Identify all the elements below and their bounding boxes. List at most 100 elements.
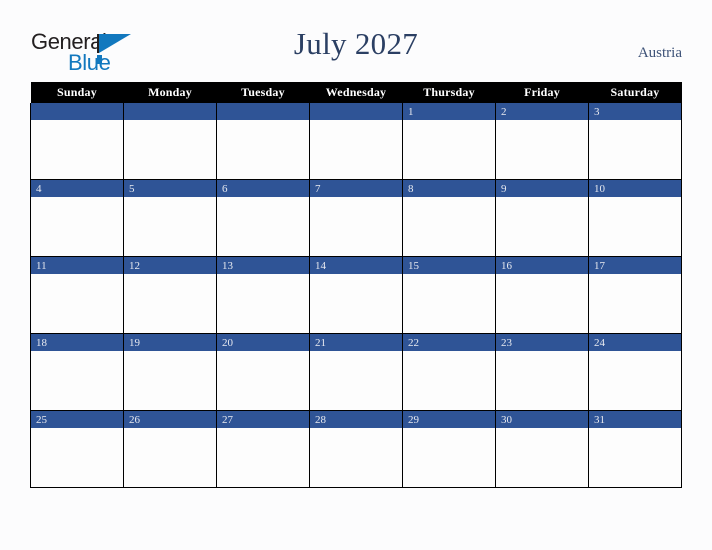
day-number: 1 [408,106,414,118]
day-cell[interactable]: 30 [495,410,589,488]
day-event-area[interactable] [124,351,216,410]
day-cell[interactable]: 15 [402,256,496,334]
day-cell[interactable]: 22 [402,333,496,411]
calendar-page: General Blue July 2027 Austria Sunday Mo… [0,0,712,550]
day-event-area[interactable] [124,197,216,256]
day-number-bar [310,103,402,120]
day-event-area[interactable] [124,120,216,179]
week-row: 4 5 6 7 8 9 10 [30,179,682,257]
day-event-area[interactable] [589,428,681,487]
day-cell[interactable]: 10 [588,179,682,257]
day-event-area[interactable] [403,428,495,487]
day-event-area[interactable] [589,351,681,410]
day-cell[interactable]: 19 [123,333,217,411]
day-cell[interactable] [123,103,217,180]
day-event-area[interactable] [589,120,681,179]
day-event-area[interactable] [589,274,681,333]
day-event-area[interactable] [310,351,402,410]
day-event-area[interactable] [403,120,495,179]
day-event-area[interactable] [31,120,123,179]
day-event-area[interactable] [496,197,588,256]
day-event-area[interactable] [217,274,309,333]
day-event-area[interactable] [217,351,309,410]
day-cell[interactable]: 27 [216,410,310,488]
day-number: 10 [594,183,605,195]
day-event-area[interactable] [217,120,309,179]
day-cell[interactable]: 2 [495,103,589,180]
day-event-area[interactable] [31,274,123,333]
day-number-bar: 17 [589,257,681,274]
day-cell[interactable]: 8 [402,179,496,257]
day-number: 7 [315,183,321,195]
day-number: 2 [501,106,507,118]
day-cell[interactable]: 23 [495,333,589,411]
day-event-area[interactable] [403,197,495,256]
day-cell[interactable]: 3 [588,103,682,180]
day-number: 15 [408,260,419,272]
day-event-area[interactable] [124,428,216,487]
weekday-header-thursday: Thursday [402,82,496,103]
day-event-area[interactable] [217,428,309,487]
day-number: 23 [501,337,512,349]
day-cell[interactable]: 5 [123,179,217,257]
day-event-area[interactable] [124,274,216,333]
day-number: 17 [594,260,605,272]
day-cell[interactable]: 31 [588,410,682,488]
day-event-area[interactable] [310,120,402,179]
day-cell[interactable]: 28 [309,410,403,488]
day-event-area[interactable] [403,351,495,410]
week-row: 1 2 3 [30,103,682,180]
day-event-area[interactable] [310,428,402,487]
day-number-bar: 2 [496,103,588,120]
day-event-area[interactable] [310,197,402,256]
day-cell[interactable]: 9 [495,179,589,257]
day-cell[interactable]: 17 [588,256,682,334]
day-cell[interactable]: 29 [402,410,496,488]
day-number-bar: 27 [217,411,309,428]
day-event-area[interactable] [310,274,402,333]
day-cell[interactable]: 12 [123,256,217,334]
day-cell[interactable]: 18 [30,333,124,411]
weekday-header-saturday: Saturday [588,82,682,103]
weekday-header-monday: Monday [123,82,217,103]
day-cell[interactable] [309,103,403,180]
day-cell[interactable] [216,103,310,180]
day-event-area[interactable] [496,274,588,333]
day-cell[interactable]: 14 [309,256,403,334]
day-cell[interactable]: 6 [216,179,310,257]
day-cell[interactable]: 7 [309,179,403,257]
day-number-bar: 11 [31,257,123,274]
day-cell[interactable]: 26 [123,410,217,488]
day-number: 16 [501,260,512,272]
day-cell[interactable]: 13 [216,256,310,334]
day-number: 6 [222,183,228,195]
day-number: 22 [408,337,419,349]
day-cell[interactable]: 11 [30,256,124,334]
day-event-area[interactable] [496,120,588,179]
day-event-area[interactable] [496,351,588,410]
day-cell[interactable] [30,103,124,180]
day-cell[interactable]: 24 [588,333,682,411]
day-number-bar: 13 [217,257,309,274]
page-header: General Blue July 2027 Austria [0,0,712,82]
day-event-area[interactable] [217,197,309,256]
day-number-bar [217,103,309,120]
day-cell[interactable]: 1 [402,103,496,180]
day-event-area[interactable] [589,197,681,256]
day-number: 11 [36,260,47,272]
day-cell[interactable]: 21 [309,333,403,411]
day-cell[interactable]: 4 [30,179,124,257]
day-event-area[interactable] [31,428,123,487]
day-number: 20 [222,337,233,349]
day-event-area[interactable] [496,428,588,487]
day-cell[interactable]: 25 [30,410,124,488]
day-cell[interactable]: 16 [495,256,589,334]
weekday-header-wednesday: Wednesday [309,82,403,103]
day-cell[interactable]: 20 [216,333,310,411]
day-number: 25 [36,414,47,426]
day-event-area[interactable] [31,351,123,410]
day-number-bar: 16 [496,257,588,274]
day-event-area[interactable] [403,274,495,333]
weekday-header-sunday: Sunday [30,82,124,103]
day-event-area[interactable] [31,197,123,256]
